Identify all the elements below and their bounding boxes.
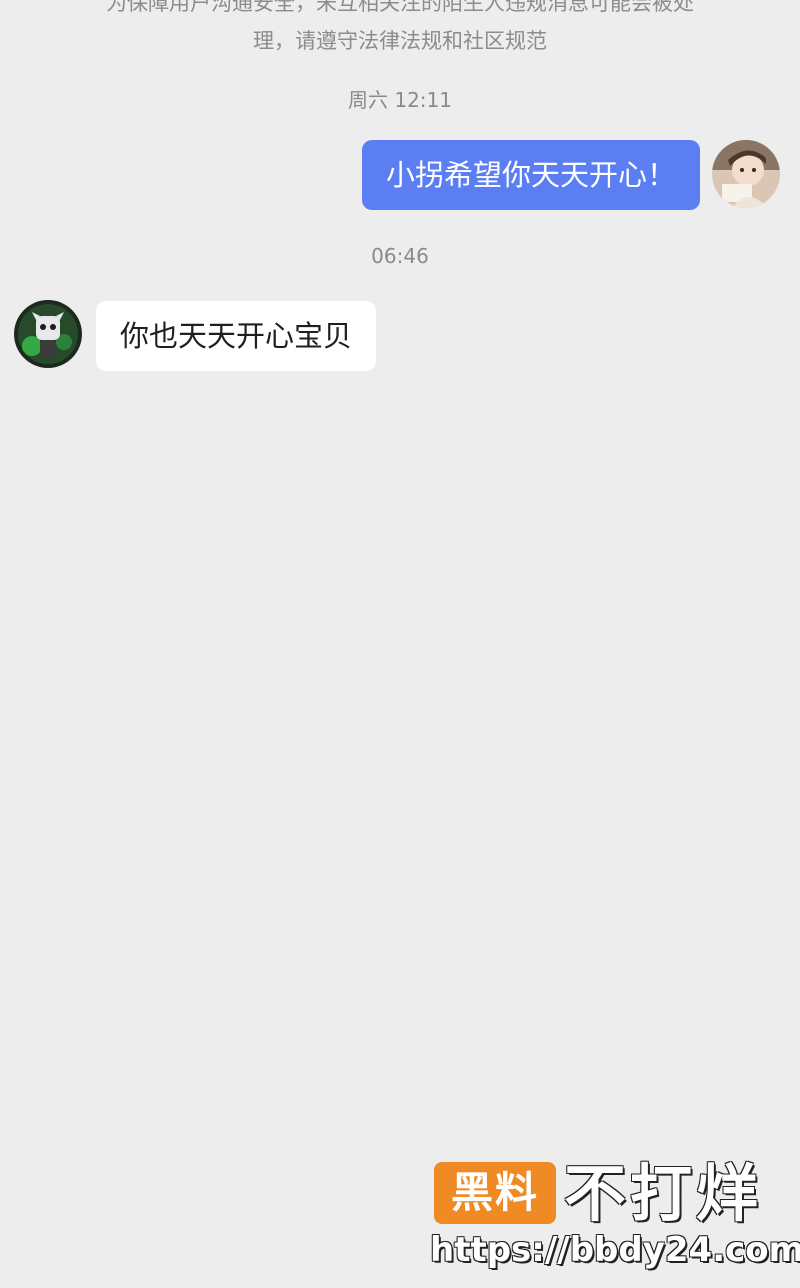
watermark-logo: 黑料 不打烊 https://bbdy24.com [430,1157,800,1278]
safety-notice-line-1: 为保障用户沟通安全，未互相关注的陌生人违规消息可能会被处 [106,0,694,15]
watermark-badge: 黑料 [434,1162,556,1224]
watermark-url: https://bbdy24.com [430,1230,800,1270]
my-avatar-image [712,140,780,208]
contact-avatar-image [14,300,82,368]
chat-screen: 为保障用户沟通安全，未互相关注的陌生人违规消息可能会被处 理，请遵守法律法规和社… [0,0,800,1288]
my-avatar[interactable] [712,140,780,208]
outgoing-message-bubble[interactable]: 小拐希望你天天开心！ [361,140,700,210]
watermark-title: 不打烊 [564,1157,763,1230]
safety-notice-line-2: 理，请遵守法律法规和社区规范 [253,29,547,53]
message-timestamp: 周六 12:11 [348,88,452,112]
contact-avatar[interactable] [14,300,82,368]
message-timestamp: 06:46 [371,244,429,268]
incoming-message-bubble[interactable]: 你也天天开心宝贝 [96,301,377,371]
safety-notice: 为保障用户沟通安全，未互相关注的陌生人违规消息可能会被处 理，请遵守法律法规和社… [60,0,740,60]
